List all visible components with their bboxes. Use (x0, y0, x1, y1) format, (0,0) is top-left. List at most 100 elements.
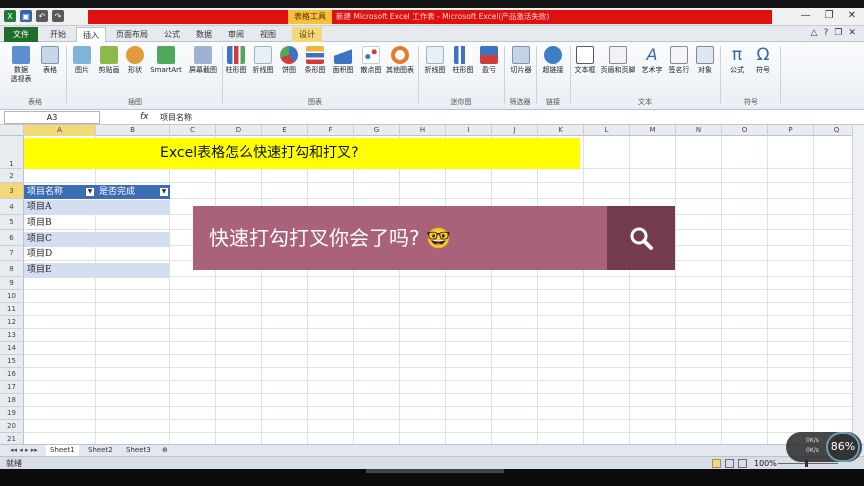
minimize-ribbon-icon[interactable]: △ (811, 28, 818, 38)
shapes-button[interactable]: 形状 (124, 46, 146, 75)
tab-insert[interactable]: 插入 (76, 27, 106, 42)
save-icon[interactable]: ▣ (20, 10, 32, 22)
vertical-scrollbar[interactable] (852, 125, 864, 444)
filter-dropdown-icon[interactable]: ▼ (160, 188, 168, 196)
textbox-button[interactable]: 文本框 (572, 46, 598, 75)
column-header-c[interactable]: C (170, 125, 216, 136)
header-completed[interactable]: 是否完成 ▼ (96, 185, 170, 199)
fx-icon[interactable]: fx (140, 110, 149, 125)
sheet-nav-icon[interactable]: ◂◂ ◂ ▸ ▸▸ (6, 445, 42, 456)
zoom-slider[interactable] (778, 463, 838, 464)
column-header-l[interactable]: L (584, 125, 630, 136)
page-break-icon[interactable] (738, 459, 747, 468)
minimize-icon[interactable]: — (801, 10, 811, 21)
column-header-p[interactable]: P (768, 125, 814, 136)
column-header-n[interactable]: N (676, 125, 722, 136)
hyperlink-button[interactable]: 超链接 (540, 46, 566, 75)
table-cell[interactable] (96, 216, 170, 231)
table-cell[interactable]: 项目C (24, 232, 96, 247)
search-button[interactable] (607, 206, 675, 270)
sparkline-column-button[interactable]: 柱形图 (450, 46, 476, 75)
table-cell[interactable]: 项目A (24, 200, 96, 215)
row-header-6[interactable]: 6 (0, 230, 24, 246)
tab-review[interactable]: 审阅 (222, 27, 250, 42)
slicer-button[interactable]: 切片器 (508, 46, 534, 75)
picture-button[interactable]: 图片 (70, 46, 94, 75)
restore-icon[interactable]: ❐ (825, 10, 834, 21)
table-cell[interactable]: 项目D (24, 247, 96, 262)
row-header-4[interactable]: 4 (0, 199, 24, 215)
row-header-1[interactable]: 1 (0, 136, 24, 169)
row-header-2[interactable]: 2 (0, 169, 24, 183)
tab-home[interactable]: 开始 (42, 27, 74, 42)
table-cell[interactable] (96, 232, 170, 247)
worksheet-grid[interactable]: ABCDEFGHIJKLMNOPQ 1 2 3 4 5 6 7 8 9 10 11 12 13 14 15 1… (0, 125, 852, 444)
title-cell[interactable]: Excel表格怎么快速打勾和打叉? (24, 138, 580, 169)
clipart-button[interactable]: 剪贴画 (96, 46, 122, 75)
row-header-7[interactable]: 7 (0, 246, 24, 261)
smartart-button[interactable]: SmartArt (148, 46, 184, 75)
column-header-q[interactable]: Q (814, 125, 852, 136)
header-project-name[interactable]: 项目名称 ▼ (24, 185, 96, 199)
close-icon[interactable]: ✕ (848, 10, 856, 21)
line-chart-button[interactable]: 折线图 (250, 46, 276, 75)
object-button[interactable]: 对象 (694, 46, 716, 75)
help-icon[interactable]: ? (824, 28, 829, 38)
wordart-button[interactable]: A 艺术字 (640, 46, 664, 75)
redo-icon[interactable]: ↷ (52, 10, 64, 22)
symbol-button[interactable]: Ω 符号 (752, 46, 774, 75)
row-header-8[interactable]: 8 (0, 261, 24, 277)
tab-page-layout[interactable]: 页面布局 (110, 27, 154, 42)
column-header-o[interactable]: O (722, 125, 768, 136)
row-header-21[interactable]: 21 (0, 433, 24, 444)
table-cell[interactable] (96, 200, 170, 215)
table-cell[interactable] (96, 247, 170, 262)
tab-formulas[interactable]: 公式 (158, 27, 186, 42)
bar-chart-button[interactable]: 条形图 (302, 46, 328, 75)
sheet-tab-3[interactable]: Sheet3 (122, 445, 155, 456)
column-header-g[interactable]: G (354, 125, 400, 136)
table-cell[interactable] (96, 263, 170, 278)
column-header-h[interactable]: H (400, 125, 446, 136)
column-chart-button[interactable]: 柱形图 (224, 46, 248, 75)
signature-button[interactable]: 签名行 (666, 46, 692, 75)
row-header-19[interactable]: 19 (0, 407, 24, 420)
column-header-d[interactable]: D (216, 125, 262, 136)
row-header-18[interactable]: 18 (0, 394, 24, 407)
column-header-i[interactable]: I (446, 125, 492, 136)
row-header-15[interactable]: 15 (0, 355, 24, 368)
row-header-9[interactable]: 9 (0, 277, 24, 290)
scatter-chart-button[interactable]: 散点图 (358, 46, 384, 75)
row-header-20[interactable]: 20 (0, 420, 24, 433)
column-header-e[interactable]: E (262, 125, 308, 136)
table-button[interactable]: 表格 (38, 46, 62, 75)
formula-input[interactable]: 项目名称 (160, 110, 192, 125)
column-header-m[interactable]: M (630, 125, 676, 136)
header-footer-button[interactable]: 页眉和页脚 (598, 46, 638, 75)
select-all-corner[interactable] (0, 125, 24, 136)
pie-chart-button[interactable]: 饼图 (278, 46, 300, 75)
name-box[interactable]: A3 (4, 111, 100, 124)
other-chart-button[interactable]: 其他图表 (386, 46, 414, 75)
column-header-f[interactable]: F (308, 125, 354, 136)
row-header-10[interactable]: 10 (0, 290, 24, 303)
sheet-tab-1[interactable]: Sheet1 (46, 445, 79, 456)
memory-usage-badge[interactable]: 86% (826, 432, 860, 462)
undo-icon[interactable]: ↶ (36, 10, 48, 22)
row-header-14[interactable]: 14 (0, 342, 24, 355)
row-header-5[interactable]: 5 (0, 215, 24, 230)
column-header-k[interactable]: K (538, 125, 584, 136)
row-header-12[interactable]: 12 (0, 316, 24, 329)
table-cell[interactable]: 项目B (24, 216, 96, 231)
restore-icon[interactable]: ❐ (834, 28, 842, 38)
tab-file[interactable]: 文件 (4, 27, 38, 42)
row-header-3[interactable]: 3 (0, 183, 24, 199)
row-header-11[interactable]: 11 (0, 303, 24, 316)
area-chart-button[interactable]: 面积图 (330, 46, 356, 75)
table-cell[interactable]: 项目E (24, 263, 96, 278)
tab-data[interactable]: 数据 (190, 27, 218, 42)
tab-view[interactable]: 视图 (254, 27, 282, 42)
screenshot-button[interactable]: 屏幕截图 (186, 46, 220, 75)
sparkline-winloss-button[interactable]: 盈亏 (478, 46, 500, 75)
close-icon[interactable]: ✕ (848, 28, 856, 38)
